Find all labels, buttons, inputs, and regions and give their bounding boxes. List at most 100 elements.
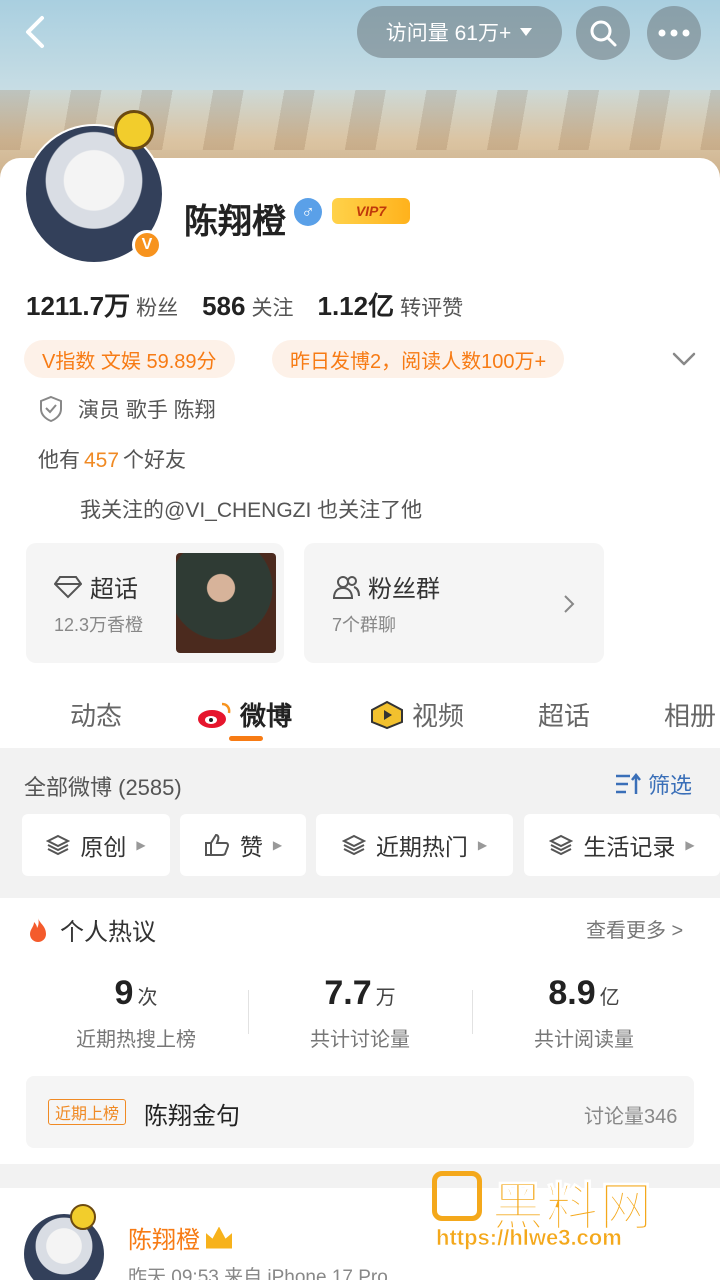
vip-badge[interactable]: VIP7	[332, 198, 410, 224]
topic-name: 陈翔金句	[144, 1103, 240, 1130]
post-meta: 昨天 09:53 来自 iPhone 17 Pro...	[128, 1267, 404, 1280]
super-topic-tile[interactable]: 超话 12.3万香橙	[26, 543, 284, 663]
certification-text: 演员 歌手 陈翔	[78, 399, 216, 422]
chevron-down-icon[interactable]	[670, 348, 698, 370]
super-topic-sub: 12.3万香橙	[54, 615, 144, 635]
friends-row[interactable]: 他有 457 个好友	[38, 444, 186, 474]
metric-hot-search: 9次 近期热搜上榜	[26, 974, 246, 1052]
v-index-pill[interactable]: V指数 文娱 59.89分	[24, 340, 235, 378]
search-icon	[590, 20, 617, 47]
stat-value: 586	[202, 291, 246, 321]
tab-super-topic[interactable]: 超话	[538, 696, 590, 733]
followers-stat[interactable]: 1211.7万 粉丝	[26, 286, 178, 323]
metric-label: 共计讨论量	[310, 1029, 410, 1051]
diamond-icon	[54, 575, 82, 598]
chip-original[interactable]: 原创 ▶	[22, 814, 170, 876]
caret-right-icon: ▶	[477, 838, 488, 852]
topic-discussion-count: 讨论量346	[584, 1106, 678, 1128]
more-button[interactable]	[647, 6, 701, 60]
layers-icon	[341, 834, 366, 856]
metric-discussion: 7.7 万 共计讨论量	[250, 974, 470, 1052]
chip-label: 赞	[239, 834, 263, 860]
post-filters: 全部微博 (2585) 筛选 原创 ▶ 赞 ▶ 近期热门 ▶ 生活记录 ▶	[0, 748, 720, 896]
chevron-right-icon	[564, 595, 575, 613]
chip-like[interactable]: 赞 ▶	[180, 814, 306, 876]
layers-icon	[549, 834, 574, 856]
video-icon	[371, 700, 403, 729]
all-posts-count: 全部微博 (2585)	[24, 775, 182, 800]
fan-badge-icon	[114, 110, 154, 150]
profile-tabs: 动态 微博 视频 超话 相册	[0, 688, 720, 748]
friends-count: 457	[84, 449, 120, 472]
back-button[interactable]	[18, 14, 54, 50]
filter-label: 筛选	[648, 773, 693, 798]
chip-life-record[interactable]: 生活记录 ▶	[524, 814, 720, 876]
chip-label: 近期热门	[375, 834, 468, 860]
tab-label: 微博	[240, 701, 293, 731]
layers-icon	[46, 834, 71, 856]
caret-down-icon	[520, 28, 533, 36]
stat-label: 转评赞	[400, 297, 464, 320]
fan-badge-icon	[70, 1204, 96, 1230]
chip-recent-hot[interactable]: 近期热门 ▶	[316, 814, 513, 876]
metric-unit: 万	[375, 987, 396, 1009]
tab-label: 超话	[538, 701, 591, 731]
caret-right-icon: ▶	[272, 838, 283, 852]
filter-button[interactable]: 筛选	[614, 768, 692, 800]
crown-icon	[206, 1226, 232, 1249]
posting-summary-pill[interactable]: 昨日发博2，阅读人数100万+	[272, 340, 565, 378]
tab-video[interactable]: 视频	[370, 696, 464, 733]
friends-prefix: 他有	[38, 449, 80, 472]
fan-group-tile[interactable]: 粉丝群 7个群聊	[304, 543, 604, 663]
watermark-url: https://hlwe3.com	[436, 1225, 622, 1251]
tab-weibo[interactable]: 微博	[196, 696, 292, 733]
chip-label: 生活记录	[583, 834, 676, 860]
profile-stats: 1211.7万 粉丝 586 关注 1.12亿 转评赞	[26, 286, 463, 323]
metric-unit: 亿	[599, 987, 620, 1009]
filter-icon	[616, 772, 641, 794]
male-icon: ♂	[294, 198, 322, 226]
tile-title-text: 超话	[90, 576, 138, 603]
metric-value: 9	[114, 974, 134, 1012]
mutual-follow-text[interactable]: 我关注的@VI_CHENGZI 也关注了他	[80, 494, 422, 524]
fan-group-sub: 7个群聊	[332, 615, 397, 635]
caret-right-icon: ▶	[136, 838, 146, 852]
tab-label: 相册	[664, 701, 717, 731]
profile-avatar[interactable]: V	[24, 110, 164, 264]
shield-icon	[40, 395, 62, 423]
watermark: 黑料网 https://hlwe3.com	[432, 1165, 712, 1255]
interactions-stat[interactable]: 1.12亿 转评赞	[317, 286, 463, 323]
chip-label: 原创	[80, 834, 127, 860]
flame-icon	[30, 917, 46, 942]
divider	[472, 990, 473, 1034]
metric-reads: 8.9 亿 共计阅读量	[474, 974, 694, 1052]
tab-feed[interactable]: 动态	[70, 696, 122, 733]
recent-trending-badge: 近期上榜	[48, 1099, 127, 1125]
tab-album[interactable]: 相册	[664, 696, 716, 733]
stat-label: 粉丝	[136, 297, 179, 320]
stat-label: 关注	[251, 297, 294, 320]
friends-suffix: 个好友	[123, 449, 187, 472]
tile-title-text: 粉丝群	[368, 576, 440, 603]
visits-label: 访问量 61万+	[385, 22, 512, 45]
profile-name: 陈翔橙	[184, 203, 286, 241]
active-tab-indicator	[229, 736, 263, 741]
hot-title-text: 个人热议	[60, 919, 156, 946]
super-topic-title: 超话	[54, 569, 138, 604]
watermark-logo-icon	[432, 1171, 482, 1221]
view-more-link[interactable]: 查看更多 >	[586, 914, 683, 943]
post-author[interactable]: 陈翔橙	[128, 1220, 232, 1255]
search-button[interactable]	[576, 6, 630, 60]
verified-v-icon: V	[132, 230, 162, 260]
weibo-logo-icon	[198, 702, 231, 728]
certification-row: 演员 歌手 陈翔	[38, 394, 216, 424]
visits-button[interactable]: 访问量 61万+	[357, 6, 562, 58]
thumbs-up-icon	[204, 833, 229, 856]
following-stat[interactable]: 586 关注	[202, 291, 293, 322]
metric-unit: 次	[137, 987, 158, 1009]
stat-value: 1211.7万	[26, 291, 131, 321]
fan-group-title: 粉丝群	[332, 569, 440, 604]
hot-discussion-section: 个人热议 查看更多 > 9次 近期热搜上榜 7.7 万 共计讨论量 8.9 亿 共计…	[0, 898, 720, 1164]
hot-topic-row[interactable]: 近期上榜 陈翔金句 讨论量346	[26, 1076, 694, 1148]
tab-label: 动态	[70, 701, 123, 731]
